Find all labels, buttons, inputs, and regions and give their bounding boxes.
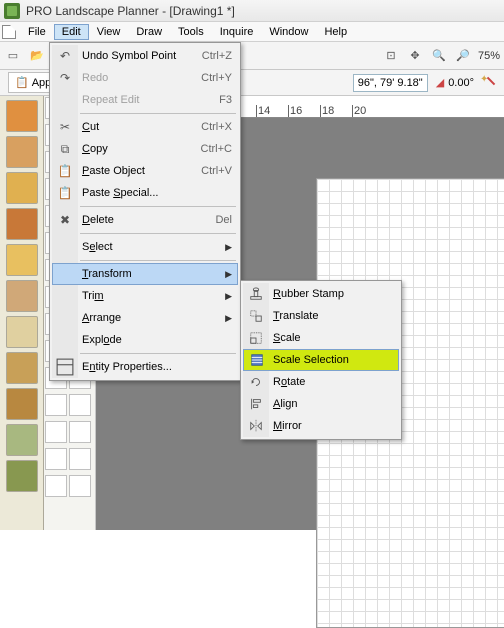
pan-button[interactable]: ✥: [404, 45, 426, 67]
menu-paste-special[interactable]: 📋 Paste Special...: [52, 182, 238, 204]
palette-button-4[interactable]: [6, 208, 38, 240]
app-icon: [4, 3, 20, 19]
menu-window[interactable]: Window: [261, 24, 316, 40]
paste-icon: 📋: [56, 162, 74, 180]
palette-button-3[interactable]: [6, 172, 38, 204]
palette-button-2[interactable]: [6, 136, 38, 168]
palette-button-6[interactable]: [6, 280, 38, 312]
rubber-stamp-icon: [247, 285, 265, 303]
zoom-out-button[interactable]: 🔎: [452, 45, 474, 67]
copy-icon: ⧉: [56, 140, 74, 158]
menu-bar: File Edit View Draw Tools Inquire Window…: [0, 22, 504, 42]
properties-icon: [56, 358, 74, 376]
menu-inquire[interactable]: Inquire: [212, 24, 262, 40]
menu-redo: ↷ Redo Ctrl+Y: [52, 67, 238, 89]
small-tool-23[interactable]: [45, 394, 67, 416]
menu-paste-object[interactable]: 📋 Paste Object Ctrl+V: [52, 160, 238, 182]
chevron-right-icon: ▶: [225, 269, 232, 280]
submenu-translate[interactable]: Translate: [243, 305, 399, 327]
palette-button-5[interactable]: [6, 244, 38, 276]
edit-menu-dropdown: ↶ Undo Symbol Point Ctrl+Z ↷ Redo Ctrl+Y…: [49, 42, 241, 381]
scale-selection-icon: [248, 351, 266, 369]
align-icon: [247, 395, 265, 413]
menu-undo[interactable]: ↶ Undo Symbol Point Ctrl+Z: [52, 45, 238, 67]
zoom-level[interactable]: 75%: [476, 50, 502, 62]
title-bar: PRO Landscape Planner - [Drawing1 *]: [0, 0, 504, 22]
zoom-fit-button[interactable]: ⊡: [380, 45, 402, 67]
redo-icon: ↷: [56, 69, 74, 87]
menu-cut[interactable]: ✂ Cut Ctrl+X: [52, 116, 238, 138]
menu-copy[interactable]: ⧉ Copy Ctrl+C: [52, 138, 238, 160]
menu-help[interactable]: Help: [316, 24, 355, 40]
new-button[interactable]: ▭: [2, 45, 24, 67]
undo-icon: ↶: [56, 47, 74, 65]
tool-palette: [0, 96, 44, 530]
menu-edit[interactable]: Edit: [54, 24, 89, 40]
submenu-rotate[interactable]: Rotate: [243, 371, 399, 393]
mirror-icon: [247, 417, 265, 435]
chevron-right-icon: ▶: [225, 291, 232, 302]
small-tool-28[interactable]: [69, 448, 91, 470]
palette-button-1[interactable]: [6, 100, 38, 132]
menu-repeat-edit: Repeat Edit F3: [52, 89, 238, 111]
magic-wand-icon[interactable]: [480, 74, 498, 92]
rotate-icon: [247, 373, 265, 391]
menu-entity-properties[interactable]: Entity Properties...: [52, 356, 238, 378]
menu-delete[interactable]: ✖ Delete Del: [52, 209, 238, 231]
submenu-scale[interactable]: Scale: [243, 327, 399, 349]
small-tool-29[interactable]: [45, 475, 67, 497]
chevron-right-icon: ▶: [225, 242, 232, 253]
cut-icon: ✂: [56, 118, 74, 136]
palette-button-8[interactable]: [6, 352, 38, 384]
palette-button-10[interactable]: [6, 424, 38, 456]
menu-view[interactable]: View: [89, 24, 129, 40]
small-tool-24[interactable]: [69, 394, 91, 416]
menu-transform[interactable]: Transform ▶: [52, 263, 238, 285]
document-icon: [2, 25, 16, 39]
translate-icon: [247, 307, 265, 325]
paste-special-icon: 📋: [56, 184, 74, 202]
coordinate-display: 96", 79' 9.18": [353, 74, 428, 92]
submenu-align[interactable]: Align: [243, 393, 399, 415]
small-tool-30[interactable]: [69, 475, 91, 497]
menu-file[interactable]: File: [20, 24, 54, 40]
scale-icon: [247, 329, 265, 347]
menu-draw[interactable]: Draw: [128, 24, 170, 40]
transform-submenu: Rubber Stamp Translate Scale Scale Selec…: [240, 280, 402, 440]
menu-arrange[interactable]: Arrange ▶: [52, 307, 238, 329]
menu-trim[interactable]: Trim ▶: [52, 285, 238, 307]
angle-display: ◢ 0.00°: [430, 76, 480, 89]
small-tool-25[interactable]: [45, 421, 67, 443]
menu-explode[interactable]: Explode: [52, 329, 238, 351]
window-title: PRO Landscape Planner - [Drawing1 *]: [26, 4, 235, 18]
menu-select[interactable]: Select ▶: [52, 236, 238, 258]
palette-button-7[interactable]: [6, 316, 38, 348]
palette-button-9[interactable]: [6, 388, 38, 420]
shortcut: Ctrl+Z: [202, 50, 232, 62]
small-tool-26[interactable]: [69, 421, 91, 443]
open-button[interactable]: 📂: [26, 45, 48, 67]
delete-icon: ✖: [56, 211, 74, 229]
palette-button-11[interactable]: [6, 460, 38, 492]
menu-tools[interactable]: Tools: [170, 24, 212, 40]
chevron-right-icon: ▶: [225, 313, 232, 324]
small-tool-27[interactable]: [45, 448, 67, 470]
submenu-rubber-stamp[interactable]: Rubber Stamp: [243, 283, 399, 305]
submenu-mirror[interactable]: Mirror: [243, 415, 399, 437]
submenu-scale-selection[interactable]: Scale Selection: [243, 349, 399, 371]
zoom-in-button[interactable]: 🔍: [428, 45, 450, 67]
